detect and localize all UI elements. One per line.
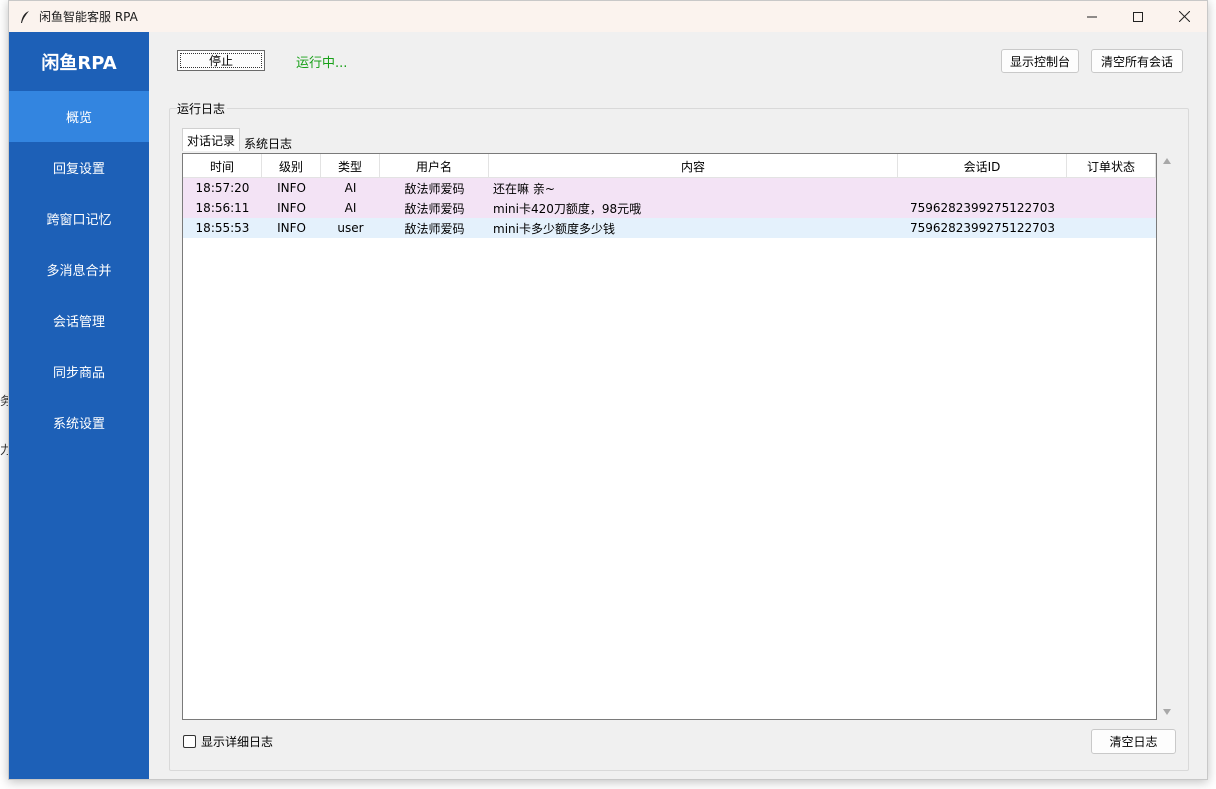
log-tabs: 对话记录 系统日志 bbox=[182, 128, 297, 151]
tab-conversation[interactable]: 对话记录 bbox=[182, 128, 241, 151]
cell-order-status bbox=[1067, 218, 1156, 238]
run-status: 运行中... bbox=[296, 56, 348, 71]
sidebar-item-overview[interactable]: 概览 bbox=[9, 91, 149, 142]
cell-order-status bbox=[1067, 198, 1156, 218]
cell-order-status bbox=[1067, 178, 1156, 198]
cell-session-id bbox=[898, 178, 1067, 198]
column-header-order-status[interactable]: 订单状态 bbox=[1067, 154, 1156, 178]
sidebar-item-reply-settings[interactable]: 回复设置 bbox=[9, 142, 149, 193]
cell-username: 敌法师爱码 bbox=[404, 181, 465, 196]
scroll-up-arrow-icon[interactable] bbox=[1159, 153, 1175, 169]
clear-all-sessions-button[interactable]: 清空所有会话 bbox=[1091, 49, 1183, 73]
show-console-button[interactable]: 显示控制台 bbox=[1001, 49, 1079, 73]
scroll-down-arrow-icon[interactable] bbox=[1159, 704, 1175, 720]
feather-icon bbox=[19, 10, 33, 24]
window-title: 闲鱼智能客服 RPA bbox=[39, 10, 138, 24]
cell-content: mini卡420刀额度，98元哦 bbox=[493, 201, 642, 216]
table-row[interactable]: 18:57:20 INFO AI 敌法师爱码 还在嘛 亲~ bbox=[183, 178, 1156, 198]
cell-time: 18:57:20 bbox=[195, 181, 250, 195]
stop-button[interactable]: 停止 bbox=[177, 50, 265, 71]
cell-type: user bbox=[337, 221, 364, 235]
close-icon bbox=[1178, 11, 1190, 22]
close-button[interactable] bbox=[1161, 1, 1207, 32]
minimize-icon bbox=[1087, 16, 1097, 17]
cell-type: AI bbox=[344, 181, 357, 195]
sidebar-item-session-management[interactable]: 会话管理 bbox=[9, 295, 149, 346]
column-header-time[interactable]: 时间 bbox=[183, 154, 262, 178]
cell-content: mini卡多少额度多少钱 bbox=[493, 221, 615, 236]
log-group-label: 运行日志 bbox=[177, 100, 228, 117]
cell-level: INFO bbox=[277, 201, 306, 215]
main-panel: 停止 运行中... 显示控制台 清空所有会话 运行日志 对话记录 系统日志 时间… bbox=[149, 32, 1207, 779]
cell-time: 18:55:53 bbox=[195, 221, 250, 235]
sidebar: 闲鱼RPA 概览 回复设置 跨窗口记忆 多消息合并 会话管理 同步商品 系统设置 bbox=[9, 32, 149, 779]
cell-level: INFO bbox=[277, 221, 306, 235]
table-row[interactable]: 18:56:11 INFO AI 敌法师爱码 mini卡420刀额度，98元哦 … bbox=[183, 198, 1156, 218]
sidebar-item-system-settings[interactable]: 系统设置 bbox=[9, 397, 149, 448]
brand-title: 闲鱼RPA bbox=[41, 52, 117, 74]
app-window: 闲鱼智能客服 RPA 闲鱼RPA 概览 回复设置 跨窗口记忆 多消息合并 会话管… bbox=[8, 0, 1208, 780]
show-detail-log-label: 显示详细日志 bbox=[201, 735, 274, 749]
clear-log-button[interactable]: 清空日志 bbox=[1091, 729, 1176, 754]
cell-time: 18:56:11 bbox=[195, 201, 250, 215]
column-header-type[interactable]: 类型 bbox=[321, 154, 380, 178]
cell-session-id: 7596282399275122703 bbox=[909, 221, 1056, 235]
table-header: 时间 级别 类型 用户名 内容 会话ID 订单状态 bbox=[183, 154, 1156, 178]
cell-content: 还在嘛 亲~ bbox=[493, 181, 555, 196]
tab-system-log[interactable]: 系统日志 bbox=[240, 128, 297, 151]
cell-level: INFO bbox=[277, 181, 306, 195]
maximize-button[interactable] bbox=[1115, 1, 1161, 32]
table-row[interactable]: 18:55:53 INFO user 敌法师爱码 mini卡多少额度多少钱 75… bbox=[183, 218, 1156, 238]
sidebar-item-message-merge[interactable]: 多消息合并 bbox=[9, 244, 149, 295]
table-scrollbar[interactable] bbox=[1159, 153, 1175, 720]
minimize-button[interactable] bbox=[1069, 1, 1115, 32]
column-header-level[interactable]: 级别 bbox=[262, 154, 321, 178]
column-header-content[interactable]: 内容 bbox=[489, 154, 898, 178]
log-table[interactable]: 时间 级别 类型 用户名 内容 会话ID 订单状态 18:57:20 INFO … bbox=[182, 153, 1157, 720]
maximize-icon bbox=[1133, 11, 1143, 22]
sidebar-item-sync-products[interactable]: 同步商品 bbox=[9, 346, 149, 397]
checkbox-box[interactable] bbox=[183, 735, 196, 748]
column-header-session-id[interactable]: 会话ID bbox=[898, 154, 1067, 178]
cell-session-id: 7596282399275122703 bbox=[909, 201, 1056, 215]
title-bar: 闲鱼智能客服 RPA bbox=[9, 1, 1207, 32]
cell-username: 敌法师爱码 bbox=[404, 201, 465, 216]
cell-username: 敌法师爱码 bbox=[404, 221, 465, 236]
sidebar-item-cross-window-memory[interactable]: 跨窗口记忆 bbox=[9, 193, 149, 244]
show-detail-log-checkbox[interactable]: 显示详细日志 bbox=[183, 733, 273, 750]
column-header-username[interactable]: 用户名 bbox=[380, 154, 489, 178]
cell-type: AI bbox=[344, 201, 357, 215]
